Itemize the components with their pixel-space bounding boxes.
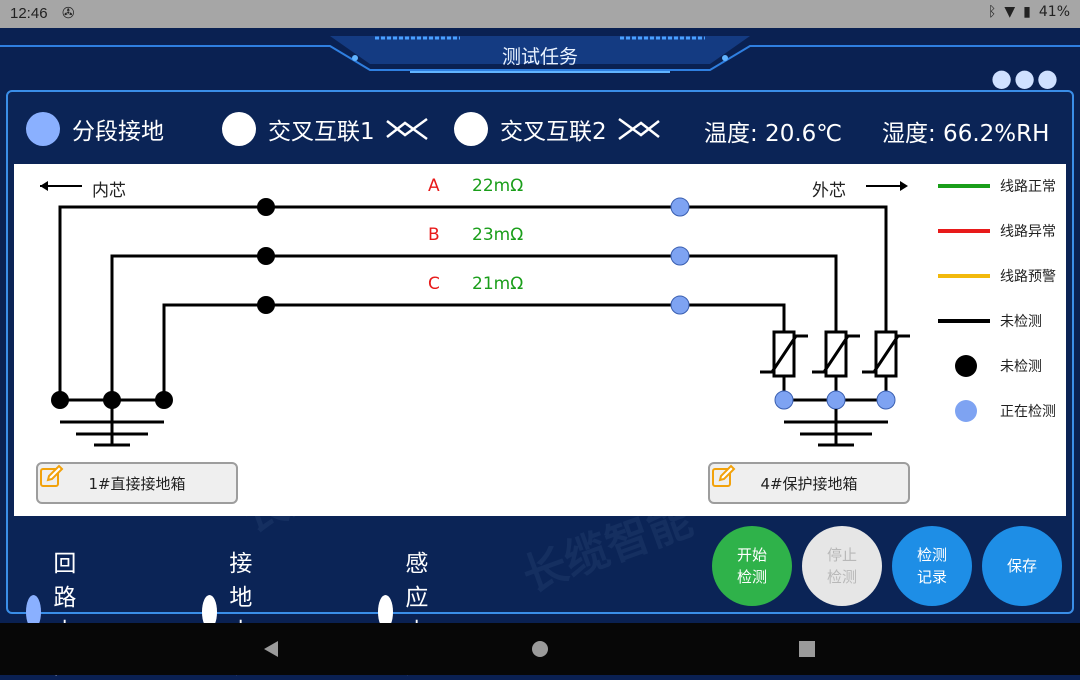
app-notification-icon: ✇ [62, 4, 75, 22]
right-ground-node-b [826, 390, 846, 410]
legend-untested-dot [955, 355, 977, 377]
left-arrow-icon [40, 181, 48, 191]
header-bar: 测试任务 ●●● [0, 28, 1080, 92]
battery-level: 41% [1038, 4, 1070, 20]
node-b-untested [257, 247, 275, 265]
left-ground-node-a [51, 391, 69, 409]
radio-icon [454, 112, 488, 146]
legend-label: 线路预警 [1000, 269, 1056, 285]
system-status-bar: 12:46 ✇ ᛒ ▼ ▮ 41% [0, 0, 1080, 28]
mode-option-segmented[interactable]: 分段接地 [26, 112, 164, 146]
right-ground-node-a [876, 390, 896, 410]
cross-connect-icon [385, 117, 428, 141]
status-time: 12:46 [10, 5, 48, 22]
test-records-button[interactable]: 检测 记录 [892, 526, 972, 606]
mode-label: 分段接地 [72, 119, 164, 145]
phase-b-label: B [428, 225, 440, 245]
mode-label: 交叉互联2 [500, 119, 607, 145]
cross-connect-icon [617, 117, 660, 141]
wifi-icon: ▼ [1004, 4, 1016, 20]
edit-icon[interactable] [710, 464, 736, 490]
right-arrow-icon [900, 181, 908, 191]
mode-label: 交叉互联1 [268, 119, 375, 145]
legend-label: 正在检测 [1000, 404, 1056, 420]
node-c-untested [257, 296, 275, 314]
left-ground-node-c [155, 391, 173, 409]
surge-arrester-b [812, 330, 860, 378]
surge-arrester-a [862, 330, 910, 378]
right-box-label: 4#保护接地箱 [760, 474, 858, 493]
outer-core-label: 外芯 [812, 181, 846, 201]
humidity-readout: 湿度: 66.2%RH [882, 121, 1050, 147]
app-screen: 测试任务 ●●● 长缆智能 长缆智能 长缆智能 长缆智能 分段接地 交叉互联1 … [0, 28, 1080, 679]
right-grounding-box[interactable]: 4#保护接地箱 [708, 462, 910, 504]
recents-icon[interactable] [798, 639, 816, 659]
temperature-readout: 温度: 20.6℃ [704, 121, 843, 147]
radio-selected-icon [26, 112, 60, 146]
mode-option-cross2[interactable]: 交叉互联2 [454, 112, 661, 146]
mode-option-cross1[interactable]: 交叉互联1 [222, 112, 429, 146]
node-b-testing [670, 246, 690, 266]
battery-icon: ▮ [1023, 4, 1031, 20]
edit-icon[interactable] [38, 464, 64, 490]
surge-arrester-c [760, 330, 808, 378]
inner-core-label: 内芯 [92, 181, 126, 201]
node-a-testing [670, 197, 690, 217]
legend-label: 未检测 [1000, 314, 1042, 330]
phase-a-value: 22mΩ [472, 176, 524, 196]
start-test-button[interactable]: 开始 检测 [712, 526, 792, 606]
system-nav-bar [0, 623, 1080, 675]
left-box-label: 1#直接接地箱 [88, 474, 186, 493]
phase-c-value: 21mΩ [472, 274, 524, 294]
node-a-untested [257, 198, 275, 216]
phase-c-line [162, 303, 786, 400]
bluetooth-icon: ᛒ [987, 4, 997, 20]
phase-c-label: C [428, 274, 440, 294]
phase-a-label: A [428, 176, 440, 196]
legend-label: 未检测 [1000, 359, 1042, 375]
main-frame: 长缆智能 长缆智能 长缆智能 长缆智能 分段接地 交叉互联1 交叉互联2 [6, 90, 1074, 679]
page-title: 测试任务 [501, 46, 578, 68]
node-c-testing [670, 295, 690, 315]
wiring-diagram-panel: 内芯 外芯 A 22mΩ B 23mΩ C 21mΩ 线路正常 线路异常 线路预… [14, 164, 1066, 516]
more-options-icon[interactable]: ●●● [991, 64, 1060, 92]
mode-row: 分段接地 交叉互联1 交叉互联2 温度: 20.6℃ 湿度: 66.2%RH [24, 110, 1074, 150]
right-ground-node-c [774, 390, 794, 410]
phase-b-value: 23mΩ [472, 225, 524, 245]
left-grounding-box[interactable]: 1#直接接地箱 [36, 462, 238, 504]
stop-test-button[interactable]: 停止 检测 [802, 526, 882, 606]
legend-testing-dot [955, 400, 977, 422]
back-icon[interactable] [262, 639, 280, 659]
save-button[interactable]: 保存 [982, 526, 1062, 606]
radio-icon [222, 112, 256, 146]
legend-label: 线路正常 [1000, 179, 1056, 195]
home-icon[interactable] [531, 639, 549, 659]
legend-label: 线路异常 [1000, 224, 1056, 240]
